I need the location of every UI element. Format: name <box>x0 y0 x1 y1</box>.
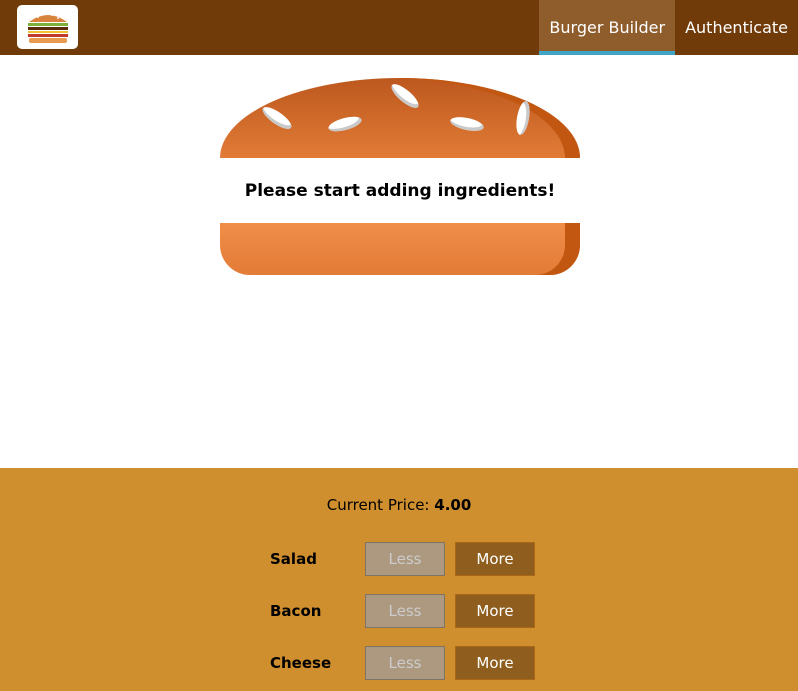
price-value: 4.00 <box>434 496 472 514</box>
salad-more-button[interactable]: More <box>455 542 535 576</box>
bread-bottom <box>220 223 580 275</box>
control-label: Salad <box>270 550 317 568</box>
control-label: Cheese <box>270 654 332 672</box>
toolbar: Burger Builder Authenticate <box>0 0 798 55</box>
sesame-seed <box>514 100 532 136</box>
bread-top <box>220 78 580 158</box>
nav-authenticate[interactable]: Authenticate <box>675 0 798 55</box>
price-label: Current Price: <box>326 496 430 514</box>
control-bacon: Bacon Less More <box>270 594 540 628</box>
sesame-seed <box>449 114 485 134</box>
nav-burger-builder[interactable]: Burger Builder <box>539 0 676 55</box>
control-label: Bacon <box>270 602 322 620</box>
cheese-more-button[interactable]: More <box>455 646 535 680</box>
current-price: Current Price: 4.00 <box>0 496 798 514</box>
main-nav: Burger Builder Authenticate <box>539 0 798 55</box>
sesame-seed <box>327 113 363 135</box>
bacon-less-button[interactable]: Less <box>365 594 445 628</box>
logo[interactable] <box>17 5 78 49</box>
burger-logo-icon <box>27 13 68 43</box>
control-cheese: Cheese Less More <box>270 646 540 680</box>
sesame-seed <box>259 103 295 133</box>
build-controls: Current Price: 4.00 Salad Less More Baco… <box>0 468 798 691</box>
sesame-seed <box>388 80 422 112</box>
bacon-more-button[interactable]: More <box>455 594 535 628</box>
empty-burger-message: Please start adding ingredients! <box>244 180 556 201</box>
cheese-less-button[interactable]: Less <box>365 646 445 680</box>
salad-less-button[interactable]: Less <box>365 542 445 576</box>
burger-preview: Please start adding ingredients! <box>220 78 580 275</box>
control-salad: Salad Less More <box>270 542 540 576</box>
